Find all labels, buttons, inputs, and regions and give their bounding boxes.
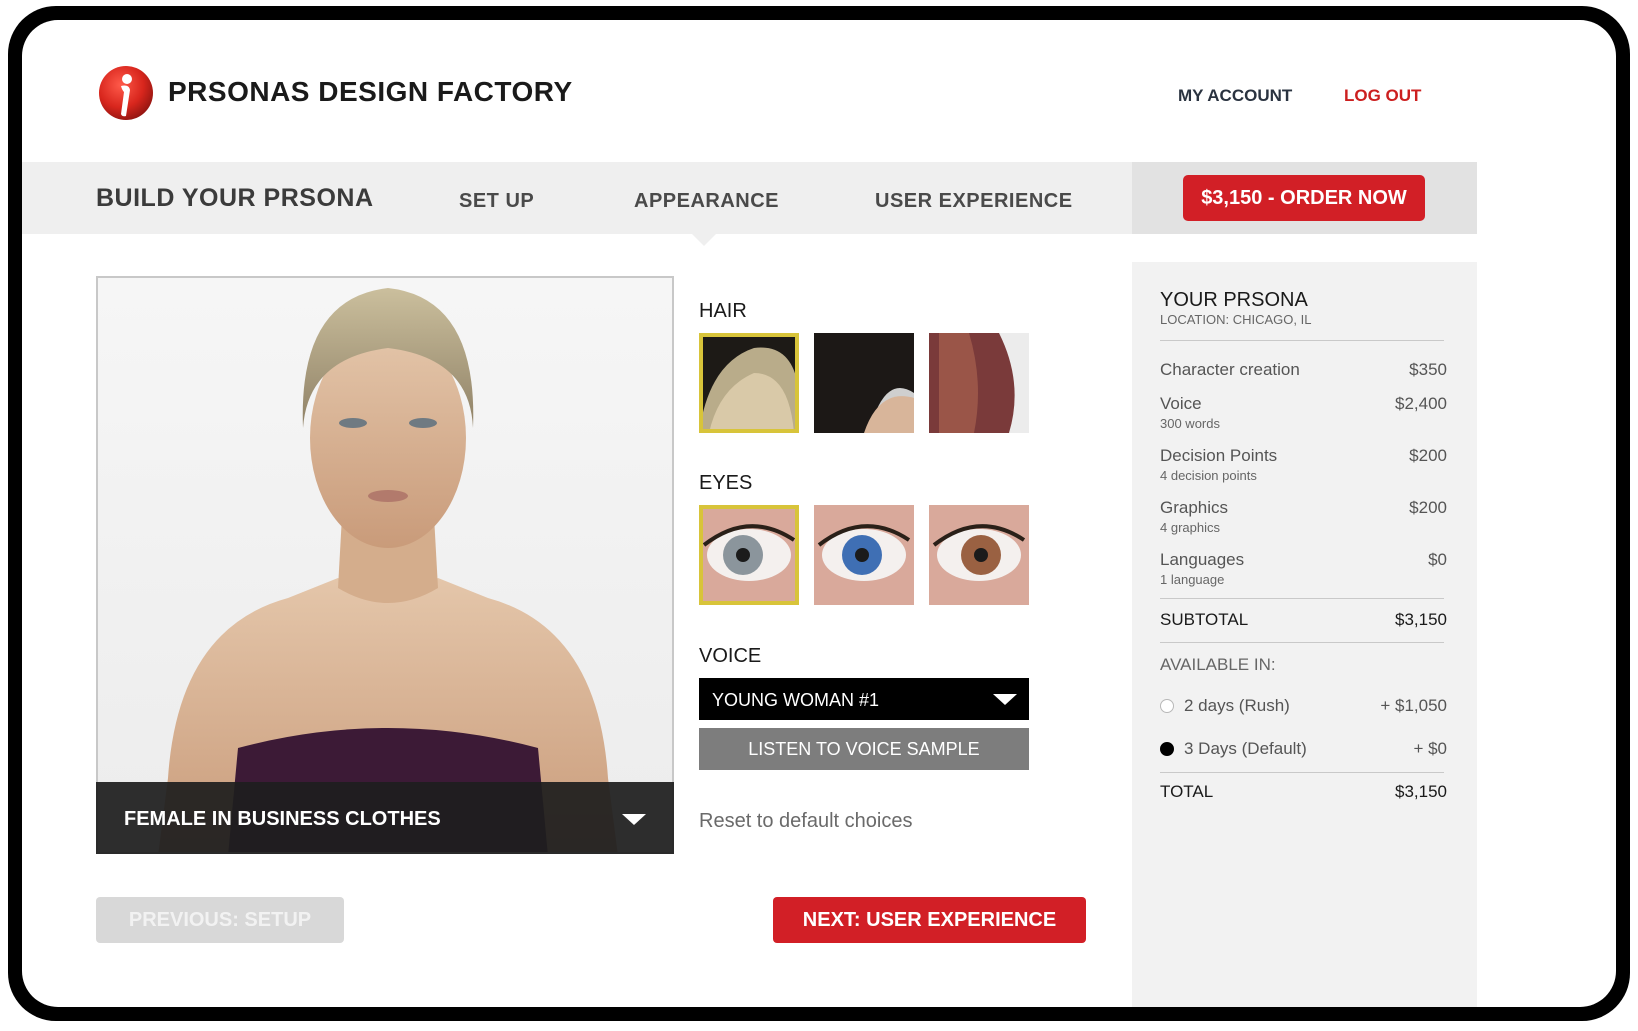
line-item-detail: 4 decision points — [1160, 468, 1257, 483]
divider — [1160, 340, 1444, 341]
line-item-name: Character creation — [1160, 360, 1300, 379]
outfit-dropdown[interactable]: FEMALE IN BUSINESS CLOTHES — [96, 782, 674, 854]
tab-appearance[interactable]: APPEARANCE — [634, 190, 779, 213]
divider — [1160, 598, 1444, 599]
line-item-voice: Voice 300 words $2,400 — [1160, 394, 1447, 431]
total-row: TOTAL $3,150 — [1160, 782, 1447, 802]
device-frame: PRSONAS DESIGN FACTORY MY ACCOUNT LOG OU… — [8, 6, 1630, 1021]
voice-selected-value: YOUNG WOMAN #1 — [712, 690, 880, 710]
line-item-price: $0 — [1428, 550, 1447, 569]
delivery-option-label: 2 days (Rush) — [1184, 696, 1290, 715]
tab-user-experience[interactable]: USER EXPERIENCE — [875, 190, 1073, 213]
hair-option-1[interactable] — [699, 333, 799, 433]
active-tab-indicator — [692, 234, 716, 246]
hair-option-2[interactable] — [814, 333, 914, 433]
hair-blonde-thumbnail — [699, 333, 799, 433]
divider — [1160, 642, 1444, 643]
line-item-name: Graphics — [1160, 498, 1229, 517]
subtotal-row: SUBTOTAL $3,150 — [1160, 610, 1447, 630]
chevron-down-icon — [622, 814, 646, 825]
log-out-link[interactable]: LOG OUT — [1344, 86, 1421, 106]
next-user-experience-button[interactable]: NEXT: USER EXPERIENCE — [773, 897, 1086, 943]
reset-defaults-link[interactable]: Reset to default choices — [699, 810, 912, 833]
summary-title: YOUR PRSONA — [1160, 289, 1308, 311]
divider — [1160, 772, 1444, 773]
radio-checked-icon[interactable] — [1160, 742, 1174, 756]
persona-figure-image — [158, 288, 618, 852]
hair-section-label: HAIR — [699, 300, 747, 322]
previous-setup-button[interactable]: PREVIOUS: SETUP — [96, 897, 344, 943]
line-item-price: $2,400 — [1395, 394, 1447, 413]
line-item-character-creation: Character creation $350 — [1160, 360, 1447, 380]
line-item-name: Decision Points — [1160, 446, 1278, 465]
line-item-price: $200 — [1409, 498, 1447, 517]
my-account-link[interactable]: MY ACCOUNT — [1178, 86, 1292, 106]
order-now-button[interactable]: $3,150 - ORDER NOW — [1183, 175, 1425, 221]
eye-option-brown[interactable] — [929, 505, 1029, 605]
line-item-graphics: Graphics 4 graphics $200 — [1160, 498, 1447, 535]
hair-red-thumbnail — [929, 333, 1029, 433]
available-in-label: AVAILABLE IN: — [1160, 655, 1276, 674]
delivery-option-price: + $1,050 — [1380, 696, 1447, 715]
voice-dropdown[interactable]: YOUNG WOMAN #1 — [699, 678, 1029, 720]
persona-preview — [96, 276, 674, 854]
line-item-price: $200 — [1409, 446, 1447, 465]
line-item-detail: 1 language — [1160, 572, 1225, 587]
line-item-detail: 4 graphics — [1160, 520, 1220, 535]
line-item-price: $350 — [1409, 360, 1447, 379]
blue-eye-thumbnail — [814, 505, 914, 605]
total-value: $3,150 — [1395, 782, 1447, 801]
eye-option-gray[interactable] — [699, 505, 799, 605]
line-item-name: Languages — [1160, 550, 1245, 569]
chevron-down-icon — [993, 694, 1017, 705]
subtotal-value: $3,150 — [1395, 610, 1447, 629]
line-item-decision-points: Decision Points 4 decision points $200 — [1160, 446, 1447, 483]
prsonas-logo-icon — [99, 66, 153, 120]
summary-location: LOCATION: CHICAGO, IL — [1160, 312, 1312, 327]
eye-option-blue[interactable] — [814, 505, 914, 605]
tab-setup[interactable]: SET UP — [459, 190, 534, 213]
app-screen: PRSONAS DESIGN FACTORY MY ACCOUNT LOG OU… — [22, 20, 1616, 1007]
outfit-label: FEMALE IN BUSINESS CLOTHES — [124, 808, 441, 830]
order-summary-panel: YOUR PRSONA LOCATION: CHICAGO, IL Charac… — [1132, 262, 1477, 1007]
page-title: BUILD YOUR PRSONA — [96, 184, 374, 212]
delivery-option-price: + $0 — [1413, 739, 1447, 758]
hair-option-3[interactable] — [929, 333, 1029, 433]
radio-unchecked-icon[interactable] — [1160, 699, 1174, 713]
brown-eye-thumbnail — [929, 505, 1029, 605]
line-item-languages: Languages 1 language $0 — [1160, 550, 1447, 587]
listen-voice-sample-button[interactable]: LISTEN TO VOICE SAMPLE — [699, 728, 1029, 770]
voice-section-label: VOICE — [699, 645, 762, 667]
eyes-section-label: EYES — [699, 472, 753, 494]
line-item-detail: 300 words — [1160, 416, 1220, 431]
delivery-option-label: 3 Days (Default) — [1184, 739, 1307, 758]
hair-dark-thumbnail — [814, 333, 914, 433]
brand-name: PRSONAS DESIGN FACTORY — [168, 76, 573, 107]
gray-eye-thumbnail — [699, 505, 799, 605]
